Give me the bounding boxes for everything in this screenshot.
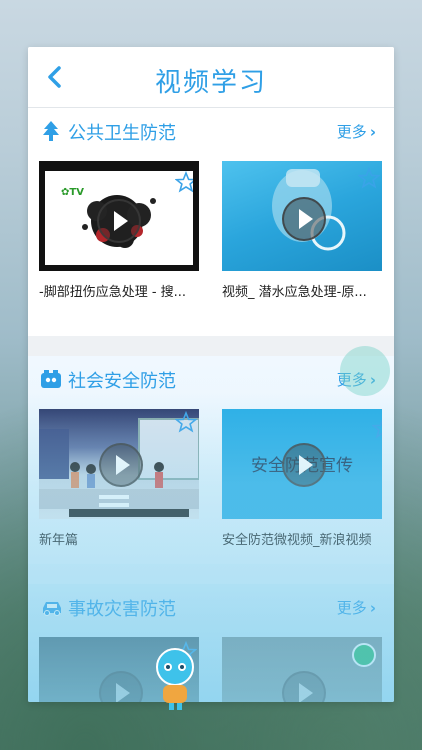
video-caption: 视频_ 潜水应急处理-原... (222, 285, 367, 300)
play-icon (99, 443, 143, 487)
video-thumbnail: 安全防范宣传 (222, 409, 382, 519)
video-tile[interactable]: 视频_ 潜水应急处理-原... (222, 161, 382, 300)
video-learning-panel: 视频学习 公共卫生防范 更多 › YOUKU ✿TV -脚部扭伤应急处理 - 搜… (28, 47, 394, 702)
section-title: 事故灾害防范 (68, 599, 176, 620)
video-thumbnail (39, 409, 199, 519)
play-icon (99, 671, 143, 702)
page-title: 视频学习 (154, 68, 267, 98)
section-header: 事故灾害防范 更多 › (28, 584, 394, 628)
play-icon (282, 671, 326, 702)
video-caption: 安全防范微视频_新浪视频 (222, 533, 372, 548)
car-icon (40, 596, 62, 618)
video-tile[interactable]: 安全防范宣传 安全防范微视频_新浪视频 (222, 409, 382, 548)
video-tile[interactable]: YOUKU ✿TV -脚部扭伤应急处理 - 搜... (39, 161, 199, 300)
youku-badge: YOUKU (47, 161, 75, 170)
section-accident-disaster: 事故灾害防范 更多 › (28, 584, 394, 702)
star-icon[interactable] (175, 411, 197, 433)
chevron-right-icon: › (369, 599, 376, 617)
more-button[interactable]: 更多 › (337, 121, 376, 142)
play-icon (282, 443, 326, 487)
more-button[interactable]: 更多 › (337, 597, 376, 618)
video-tile[interactable]: 新年篇 (39, 409, 199, 548)
video-caption: 新年篇 (39, 533, 79, 548)
video-caption: -脚部扭伤应急处理 - 搜... (39, 285, 187, 300)
section-header: 社会安全防范 更多 › (28, 356, 394, 400)
camera-icon (40, 368, 62, 390)
chevron-right-icon: › (369, 123, 376, 141)
section-divider (28, 564, 394, 584)
section-public-health: 公共卫生防范 更多 › YOUKU ✿TV -脚部扭伤应急处理 - 搜... 视… (28, 108, 394, 336)
green-badge-icon (352, 643, 376, 667)
more-label: 更多 (336, 599, 367, 617)
section-title: 社会安全防范 (68, 371, 176, 392)
play-icon (97, 199, 141, 243)
video-thumbnail: YOUKU ✿TV (39, 161, 199, 271)
section-header: 公共卫生防范 更多 › (28, 108, 394, 152)
robot-mascot-icon[interactable] (147, 645, 203, 711)
section-social-safety: 社会安全防范 更多 › 新年篇 安全防范宣传 安全防范微视频_新浪视频 (28, 356, 394, 564)
more-label: 更多 (336, 123, 367, 141)
star-icon[interactable] (372, 417, 382, 439)
video-tile[interactable] (222, 637, 382, 702)
video-thumbnail (222, 161, 382, 271)
star-icon[interactable] (358, 167, 380, 189)
header-bar: 视频学习 (28, 47, 394, 108)
play-icon (282, 197, 326, 241)
star-icon[interactable] (175, 171, 193, 193)
section-title: 公共卫生防范 (68, 123, 176, 144)
section-divider (28, 336, 394, 356)
tree-icon (40, 120, 62, 142)
video-thumbnail (222, 637, 382, 702)
touch-indicator (340, 346, 390, 396)
